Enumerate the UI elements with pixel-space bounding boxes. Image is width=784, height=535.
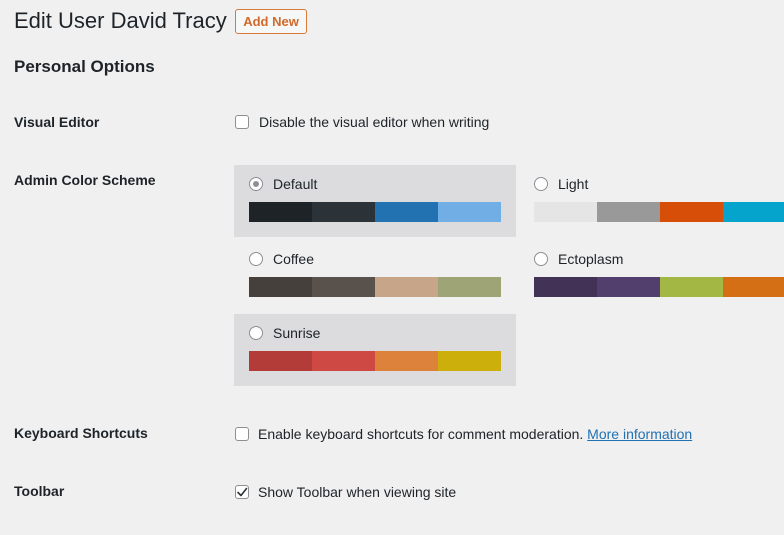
swatch bbox=[249, 202, 312, 222]
swatch bbox=[375, 351, 438, 371]
add-new-button[interactable]: Add New bbox=[235, 9, 307, 34]
swatch bbox=[312, 351, 375, 371]
keyboard-shortcuts-checkbox-label[interactable]: Enable keyboard shortcuts for comment mo… bbox=[258, 426, 583, 442]
visual-editor-checkbox-label[interactable]: Disable the visual editor when writing bbox=[259, 114, 489, 130]
visual-editor-checkbox[interactable] bbox=[235, 115, 249, 129]
more-information-link[interactable]: More information bbox=[587, 426, 692, 442]
swatch bbox=[723, 277, 784, 297]
color-scheme-sunrise-radio[interactable] bbox=[249, 326, 263, 340]
color-scheme-light-label: Light bbox=[558, 176, 589, 192]
color-scheme-default-swatches bbox=[249, 202, 501, 222]
color-scheme-coffee-label: Coffee bbox=[273, 251, 314, 267]
swatch bbox=[438, 351, 501, 371]
checkmark-icon bbox=[237, 487, 248, 497]
toolbar-label: Toolbar bbox=[14, 483, 65, 499]
swatch bbox=[375, 202, 438, 222]
color-scheme-ectoplasm[interactable]: Ectoplasm bbox=[519, 240, 784, 312]
visual-editor-label: Visual Editor bbox=[14, 114, 100, 130]
color-scheme-light[interactable]: Light bbox=[519, 165, 784, 237]
color-scheme-label: Admin Color Scheme bbox=[14, 172, 156, 188]
color-scheme-default-radio[interactable] bbox=[249, 177, 263, 191]
swatch bbox=[660, 202, 723, 222]
swatch bbox=[597, 277, 660, 297]
color-scheme-coffee[interactable]: Coffee bbox=[234, 240, 516, 312]
color-scheme-default-label: Default bbox=[273, 176, 318, 192]
swatch bbox=[375, 277, 438, 297]
color-scheme-default[interactable]: Default bbox=[234, 165, 516, 237]
color-scheme-sunrise-swatches bbox=[249, 351, 501, 371]
swatch bbox=[534, 202, 597, 222]
swatch bbox=[597, 202, 660, 222]
swatch bbox=[249, 277, 312, 297]
color-scheme-ectoplasm-radio[interactable] bbox=[534, 252, 548, 266]
color-scheme-light-radio[interactable] bbox=[534, 177, 548, 191]
swatch bbox=[660, 277, 723, 297]
swatch bbox=[249, 351, 312, 371]
page-title: Edit User David Tracy bbox=[14, 8, 227, 33]
color-scheme-coffee-radio[interactable] bbox=[249, 252, 263, 266]
keyboard-shortcuts-checkbox[interactable] bbox=[235, 427, 249, 441]
swatch bbox=[312, 202, 375, 222]
section-title: Personal Options bbox=[14, 57, 155, 76]
swatch bbox=[438, 277, 501, 297]
color-scheme-light-swatches bbox=[534, 202, 784, 222]
swatch bbox=[534, 277, 597, 297]
color-scheme-ectoplasm-swatches bbox=[534, 277, 784, 297]
color-scheme-sunrise[interactable]: Sunrise bbox=[234, 314, 516, 386]
color-scheme-ectoplasm-label: Ectoplasm bbox=[558, 251, 624, 267]
keyboard-shortcuts-label: Keyboard Shortcuts bbox=[14, 425, 148, 441]
swatch bbox=[312, 277, 375, 297]
color-scheme-coffee-swatches bbox=[249, 277, 501, 297]
swatch bbox=[723, 202, 784, 222]
color-scheme-sunrise-label: Sunrise bbox=[273, 325, 321, 341]
toolbar-checkbox-label[interactable]: Show Toolbar when viewing site bbox=[258, 484, 456, 500]
toolbar-checkbox[interactable] bbox=[235, 485, 249, 499]
keyboard-shortcuts-checkbox-row: Enable keyboard shortcuts for comment mo… bbox=[258, 426, 692, 442]
swatch bbox=[438, 202, 501, 222]
